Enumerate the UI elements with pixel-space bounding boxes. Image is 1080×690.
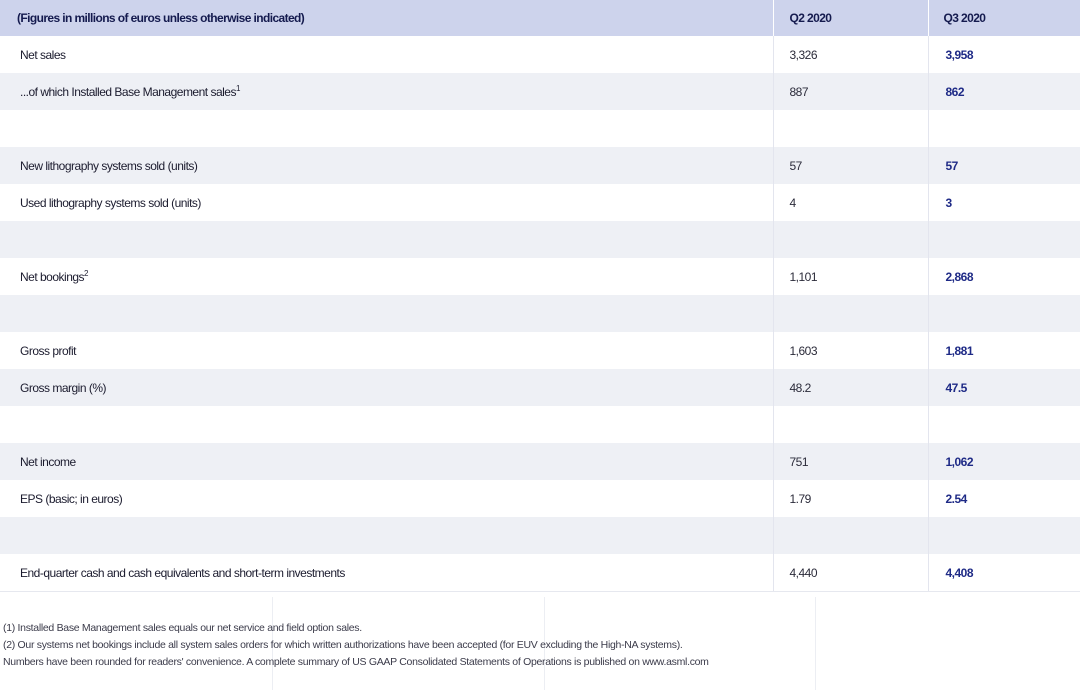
row-label-cell: Gross margin (%)	[0, 369, 774, 406]
q2-value-cell: 4	[773, 184, 929, 221]
q2-value-cell: 1.79	[773, 480, 929, 517]
row-label: Net bookings	[20, 269, 85, 284]
q3-value-cell: 2.54	[928, 480, 1080, 517]
q3-value-cell: 47.5	[928, 369, 1080, 406]
financial-summary-table-container: (Figures in millions of euros unless oth…	[0, 0, 1080, 592]
row-label: Used lithography systems sold (units)	[20, 195, 201, 210]
row-label: New lithography systems sold (units)	[20, 158, 198, 173]
row-label: Gross margin (%)	[20, 380, 107, 395]
row-label: Net income	[20, 454, 76, 469]
row-label-cell	[0, 221, 774, 258]
row-label: End-quarter cash and cash equivalents an…	[20, 565, 345, 580]
q3-value-cell: 3	[928, 184, 1080, 221]
table-header-row: (Figures in millions of euros unless oth…	[0, 0, 1080, 36]
row-label-cell: End-quarter cash and cash equivalents an…	[0, 554, 774, 592]
footnote-marker: 1	[235, 83, 240, 93]
q2-value-cell: 48.2	[773, 369, 929, 406]
q3-value-cell	[928, 295, 1080, 332]
row-label-cell: Net income	[0, 443, 774, 480]
table-row	[0, 221, 1080, 258]
row-label-cell: New lithography systems sold (units)	[0, 147, 774, 184]
table-row: ...of which Installed Base Management sa…	[0, 73, 1080, 110]
table-row: End-quarter cash and cash equivalents an…	[0, 554, 1080, 592]
table-row: Net income 751 1,062	[0, 443, 1080, 480]
row-label-cell: Gross profit	[0, 332, 774, 369]
header-label-cell: (Figures in millions of euros unless oth…	[0, 0, 774, 36]
table-row: Gross margin (%) 48.2 47.5	[0, 369, 1080, 406]
table-body: Net sales 3,326 3,958 ...of which Installed…	[0, 36, 1080, 592]
row-label-cell: Net sales	[0, 36, 774, 73]
q3-value-cell	[928, 406, 1080, 443]
table-row: Gross profit 1,603 1,881	[0, 332, 1080, 369]
table-row: EPS (basic; in euros) 1.79 2.54	[0, 480, 1080, 517]
q3-value-cell	[928, 110, 1080, 147]
q3-value-cell: 3,958	[928, 36, 1080, 73]
row-label-cell	[0, 517, 774, 554]
q3-value-cell: 57	[928, 147, 1080, 184]
q2-value-cell: 4,440	[773, 554, 929, 592]
financial-summary-table: (Figures in millions of euros unless oth…	[0, 0, 1080, 592]
footnote-1: (1) Installed Base Management sales equa…	[3, 622, 362, 634]
row-label-cell: Used lithography systems sold (units)	[0, 184, 774, 221]
row-label-cell: ...of which Installed Base Management sa…	[0, 73, 774, 110]
q2-value-cell: 887	[773, 73, 929, 110]
q3-value-cell: 4,408	[928, 554, 1080, 592]
q2-value-cell: 1,101	[773, 258, 929, 295]
table-row	[0, 406, 1080, 443]
footnote-2: (2) Our systems net bookings include all…	[3, 639, 683, 651]
q3-value-cell: 1,881	[928, 332, 1080, 369]
q2-value-cell: 1,603	[773, 332, 929, 369]
row-label-cell	[0, 110, 774, 147]
q2-value-cell: 3,326	[773, 36, 929, 73]
q3-value-cell	[928, 517, 1080, 554]
q2-value-cell: 751	[773, 443, 929, 480]
row-label: ...of which Installed Base Management sa…	[20, 84, 236, 99]
row-label: Gross profit	[20, 343, 77, 358]
table-row: Used lithography systems sold (units) 4 3	[0, 184, 1080, 221]
q3-value-cell: 862	[928, 73, 1080, 110]
footnotes: (1) Installed Base Management sales equa…	[3, 620, 1073, 671]
row-label: Net sales	[20, 47, 66, 62]
footnote-marker: 2	[84, 268, 88, 278]
row-label-cell: EPS (basic; in euros)	[0, 480, 774, 517]
q3-value-cell	[928, 221, 1080, 258]
table-row: New lithography systems sold (units) 57 57	[0, 147, 1080, 184]
q2-value-cell	[773, 221, 929, 258]
q2-value-cell: 57	[773, 147, 929, 184]
header-q2-cell: Q2 2020	[773, 0, 929, 36]
table-row	[0, 517, 1080, 554]
q2-value-cell	[773, 517, 929, 554]
table-row: Net sales 3,326 3,958	[0, 36, 1080, 73]
q2-value-cell	[773, 406, 929, 443]
footnote-3: Numbers have been rounded for readers' c…	[3, 656, 709, 668]
table-row	[0, 295, 1080, 332]
row-label-cell	[0, 406, 774, 443]
table-row: Net bookings2 1,101 2,868	[0, 258, 1080, 295]
q2-value-cell	[773, 295, 929, 332]
row-label: EPS (basic; in euros)	[20, 491, 123, 506]
q2-value-cell	[773, 110, 929, 147]
row-label-cell: Net bookings2	[0, 258, 774, 295]
row-label-cell	[0, 295, 774, 332]
q3-value-cell: 1,062	[928, 443, 1080, 480]
q3-value-cell: 2,868	[928, 258, 1080, 295]
header-q3-cell: Q3 2020	[928, 0, 1080, 36]
table-row	[0, 110, 1080, 147]
